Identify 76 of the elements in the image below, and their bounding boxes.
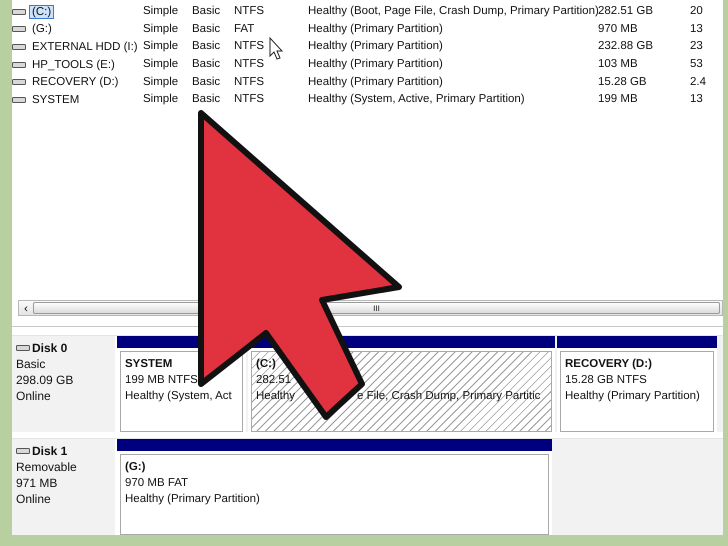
table-cell: Simple xyxy=(143,22,178,37)
table-cell: Basic xyxy=(192,74,220,90)
partition-block[interactable]: RECOVERY (D:) 15.28 GB NTFS Healthy (Primary Partition) xyxy=(560,351,714,432)
table-cell: 53 xyxy=(690,57,703,72)
disk-status: Online xyxy=(16,388,52,404)
disk-type: Removable xyxy=(16,459,78,475)
disk-size: 971 MB xyxy=(16,475,58,491)
table-cell: Healthy (Boot, Page File, Crash Dump, Primary Partition) xyxy=(308,4,599,20)
table-cell: Basic xyxy=(192,92,220,108)
partition-size: 15.28 GB NTFS xyxy=(565,373,647,388)
disk-size: 298.09 GB xyxy=(16,372,74,388)
volume-name[interactable]: EXTERNAL HDD (I:) xyxy=(29,40,141,54)
table-cell: Healthy (System, Active, Primary Partition) xyxy=(308,92,525,108)
table-cell: Basic xyxy=(192,39,220,54)
table-cell: Simple xyxy=(143,74,178,90)
partition-status: e File, Crash Dump, Primary Partitic xyxy=(357,389,540,404)
drive-icon xyxy=(16,344,30,352)
partition-title: (G:) xyxy=(125,460,146,475)
table-cell: Simple xyxy=(143,57,178,72)
drive-icon xyxy=(12,25,26,34)
table-cell: NTFS xyxy=(234,39,264,54)
table-cell: Healthy (Primary Partition) xyxy=(308,74,443,90)
disk-type: Basic xyxy=(16,356,46,372)
table-cell: Healthy (Primary Partition) xyxy=(308,39,443,54)
table-cell: Basic xyxy=(192,4,220,20)
disk-name: Disk 1 xyxy=(32,443,68,459)
drive-icon xyxy=(12,42,26,51)
table-cell: NTFS xyxy=(234,4,264,20)
table-cell: 232.88 GB xyxy=(598,39,653,54)
partition-status: Healthy (System, Act xyxy=(125,389,232,404)
disk-name: Disk 0 xyxy=(32,340,68,356)
drive-icon xyxy=(12,78,26,86)
drive-icon xyxy=(12,96,26,104)
table-cell: NTFS xyxy=(234,57,264,72)
table-cell: Simple xyxy=(143,92,178,108)
volume-name[interactable]: (C:) xyxy=(29,4,54,19)
table-cell: Simple xyxy=(143,4,178,20)
table-cell: FAT xyxy=(234,22,254,37)
partition-status: Healthy (Primary Partition) xyxy=(565,389,700,404)
table-cell: Basic xyxy=(192,22,220,37)
table-cell: NTFS xyxy=(234,92,264,108)
disk-status: Online xyxy=(16,491,52,507)
table-cell: 15.28 GB xyxy=(598,74,647,90)
table-cell: Basic xyxy=(192,57,220,72)
table-cell: 970 MB xyxy=(598,22,638,37)
drive-icon xyxy=(16,447,30,455)
table-cell: 13 xyxy=(690,92,703,108)
drive-icon xyxy=(12,60,26,69)
mouse-cursor-icon xyxy=(270,36,284,60)
table-cell: 2.4 xyxy=(690,74,706,90)
partition-block[interactable]: SYSTEM 199 MB NTFS Healthy (System, Act xyxy=(120,351,243,432)
table-cell: 23 xyxy=(690,39,703,54)
partition-size: 970 MB FAT xyxy=(125,476,188,491)
partition-title: RECOVERY (D:) xyxy=(565,357,652,372)
table-cell: 282.51 GB xyxy=(598,4,653,20)
table-cell: NTFS xyxy=(234,74,264,90)
volume-name[interactable]: RECOVERY (D:) xyxy=(29,75,122,90)
volume-name[interactable]: HP_TOOLS (E:) xyxy=(29,58,118,72)
partition-title: (C:) xyxy=(256,357,276,372)
partition-block[interactable]: (G:) 970 MB FAT Healthy (Primary Partition) xyxy=(120,454,549,535)
drive-icon xyxy=(12,8,26,16)
table-cell: Simple xyxy=(143,39,178,54)
table-cell: Healthy (Primary Partition) xyxy=(308,22,443,37)
table-cell: 103 MB xyxy=(598,57,638,72)
partition-title: SYSTEM xyxy=(125,357,172,372)
partition-status: Healthy xyxy=(256,389,295,404)
volume-name[interactable]: (G:) xyxy=(29,22,55,36)
volume-name[interactable]: SYSTEM xyxy=(29,92,82,107)
partition-size: 282.51 xyxy=(256,373,292,388)
table-cell: Healthy (Primary Partition) xyxy=(308,57,443,72)
table-cell: 13 xyxy=(690,22,703,37)
partition-status: Healthy (Primary Partition) xyxy=(125,492,260,507)
partition-size: 199 MB NTFS xyxy=(125,373,198,388)
table-cell: 20 xyxy=(690,4,703,20)
scroll-left-button[interactable]: ‹ xyxy=(19,301,33,315)
table-cell: 199 MB xyxy=(598,92,638,108)
